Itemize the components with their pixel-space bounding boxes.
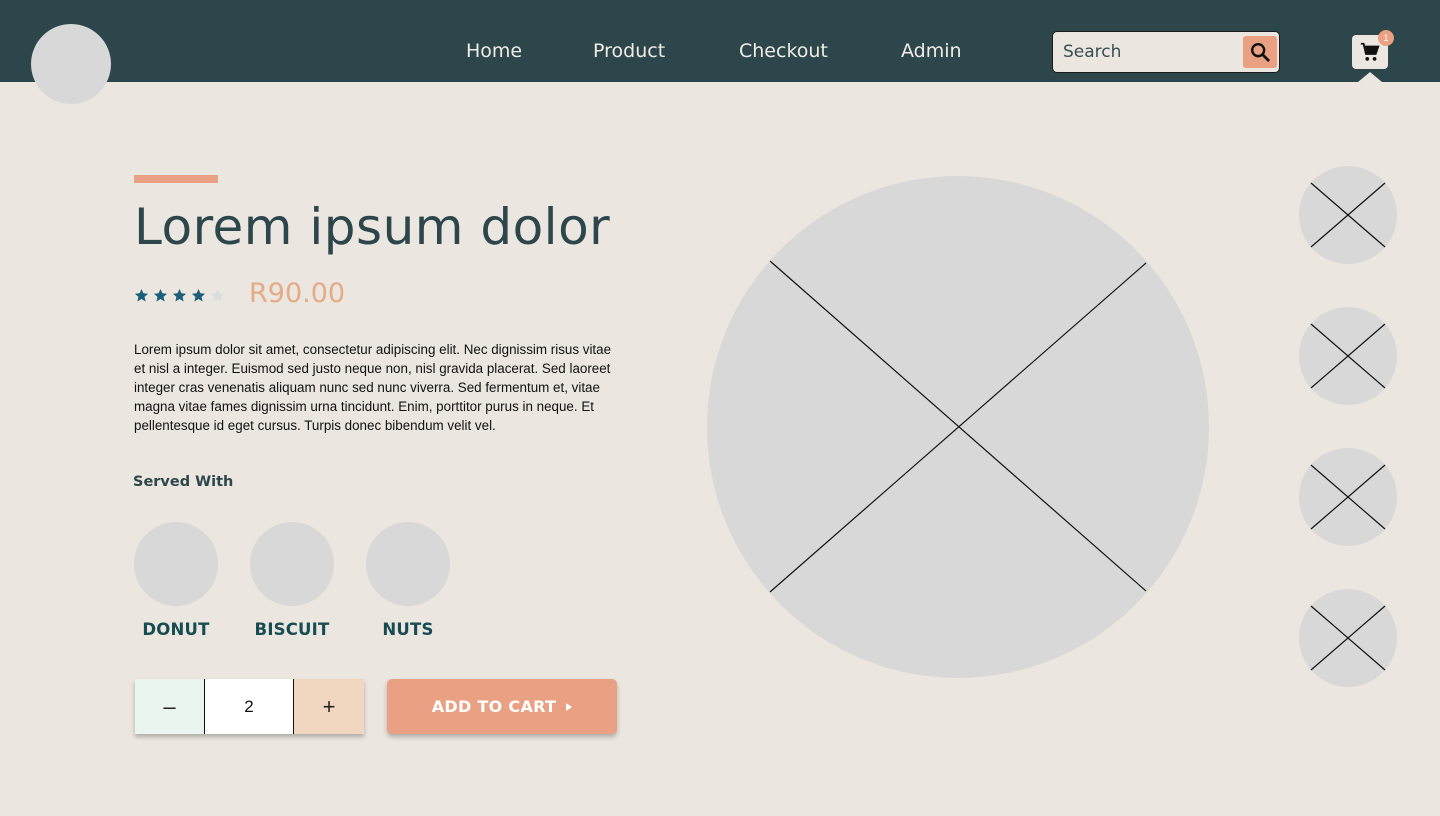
nav-link-admin[interactable]: Admin	[901, 40, 962, 62]
cart-button[interactable]: 1	[1352, 30, 1394, 69]
product-price: R90.00	[249, 278, 346, 309]
product-description: Lorem ipsum dolor sit amet, consectetur …	[134, 342, 612, 433]
search-box	[1052, 31, 1280, 73]
star-rating	[134, 288, 225, 303]
add-to-cart-label: ADD TO CART	[431, 697, 557, 716]
side-item-label: BISCUIT	[254, 620, 330, 639]
nav-link-product[interactable]: Product	[593, 40, 665, 62]
side-item-label: NUTS	[382, 620, 434, 639]
nav-link-checkout[interactable]: Checkout	[739, 40, 828, 62]
cart-dropdown-caret	[1358, 72, 1382, 82]
quantity-stepper: – 2 +	[135, 679, 364, 734]
product-page: Home Product Checkout Admin 1	[0, 0, 1440, 816]
side-item-donut[interactable]: DONUT	[126, 522, 226, 639]
cart-icon	[1360, 42, 1380, 61]
add-to-cart-button[interactable]: ADD TO CART	[387, 679, 617, 734]
quantity-value[interactable]: 2	[205, 679, 294, 734]
increase-quantity-button[interactable]: +	[294, 679, 364, 734]
served-with-heading: Served With	[133, 474, 234, 490]
arrow-right-icon	[566, 702, 573, 711]
product-thumbnail-1[interactable]	[1299, 166, 1397, 264]
product-thumbnail-4[interactable]	[1299, 589, 1397, 687]
product-title: Lorem ipsum dolor	[134, 198, 611, 256]
product-thumbnail-2[interactable]	[1299, 307, 1397, 405]
star-filled-icon	[172, 288, 187, 302]
side-item-image	[134, 522, 218, 606]
side-item-biscuit[interactable]: BISCUIT	[242, 522, 342, 639]
side-item-nuts[interactable]: NUTS	[358, 522, 458, 639]
side-item-label: DONUT	[142, 620, 210, 639]
star-filled-icon	[191, 288, 206, 302]
search-icon	[1251, 43, 1270, 62]
nav-link-home[interactable]: Home	[466, 40, 522, 62]
side-item-image	[250, 522, 334, 606]
cart-count-badge: 1	[1378, 30, 1394, 46]
star-filled-icon	[153, 288, 168, 302]
side-item-image	[366, 522, 450, 606]
search-button[interactable]	[1243, 36, 1277, 68]
decrease-quantity-button[interactable]: –	[135, 679, 205, 734]
top-nav-bar: Home Product Checkout Admin 1	[0, 0, 1440, 82]
title-accent-bar	[134, 175, 218, 183]
product-thumbnail-3[interactable]	[1299, 448, 1397, 546]
logo[interactable]	[31, 24, 111, 104]
main-product-image	[707, 176, 1209, 678]
star-empty-icon	[210, 288, 225, 302]
star-filled-icon	[134, 288, 149, 302]
search-input[interactable]	[1063, 39, 1238, 65]
